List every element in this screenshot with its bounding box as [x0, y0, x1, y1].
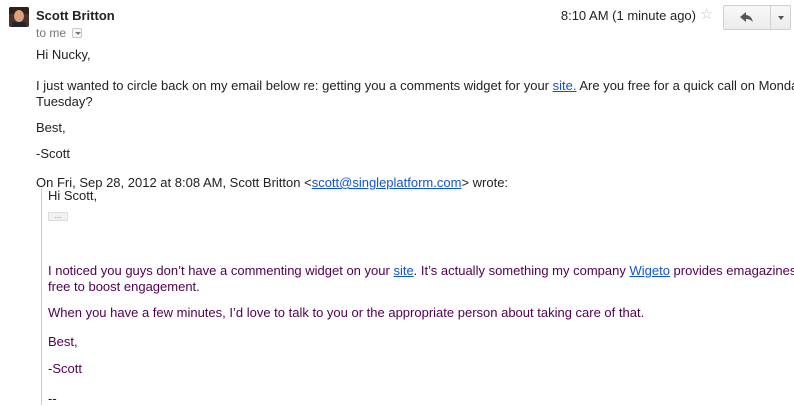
quoted-paragraph-1-line-2: free to boost engagement.	[48, 279, 200, 294]
quoted-text: . It’s actually something my company	[413, 263, 630, 278]
message-timestamp: 8:10 AM (1 minute ago)	[560, 8, 696, 23]
avatar[interactable]	[9, 7, 29, 27]
quote-bar	[41, 188, 42, 405]
wigeto-link[interactable]: Wigeto	[629, 263, 669, 278]
quoted-paragraph-2: When you have a few minutes, I’d love to…	[48, 305, 645, 320]
show-details-dropdown-icon[interactable]	[72, 28, 82, 38]
star-icon[interactable]: ☆	[700, 5, 713, 23]
show-trimmed-content-button[interactable]: ...	[48, 212, 68, 221]
quote-attribution: On Fri, Sep 28, 2012 at 8:08 AM, Scott B…	[36, 175, 508, 191]
reply-button[interactable]	[724, 6, 770, 29]
message-signature: -Scott	[36, 146, 70, 161]
message-closing: Best,	[36, 120, 66, 135]
message-text: I just wanted to circle back on my email…	[36, 78, 553, 93]
quoted-closing: Best,	[48, 334, 78, 349]
message-greeting: Hi Nucky,	[36, 47, 91, 62]
quoted-text: I noticed you guys don’t have a commenti…	[48, 263, 394, 278]
attribution-text: > wrote:	[461, 175, 509, 190]
quoted-text: provides emagazines for	[673, 263, 794, 278]
quoted-site-link[interactable]: site	[393, 263, 413, 278]
signature-separator: --	[48, 391, 57, 406]
site-link[interactable]: site.	[553, 78, 577, 93]
quoted-greeting: Hi Scott,	[48, 188, 98, 203]
recipient-summary: to me	[36, 26, 67, 40]
message-text: Are you free for a quick call on Monday …	[579, 78, 794, 93]
message-line-2: Tuesday?	[36, 94, 93, 109]
quoted-paragraph-1-line-1: I noticed you guys don’t have a commenti…	[48, 263, 794, 279]
reply-button-group	[723, 5, 791, 30]
message-line-1: I just wanted to circle back on my email…	[36, 78, 794, 94]
more-options-button[interactable]	[771, 6, 791, 29]
reply-icon	[740, 12, 753, 22]
sender-name[interactable]: Scott Britton	[36, 8, 115, 23]
sender-email-link[interactable]: scott@singleplatform.com	[312, 175, 462, 190]
quoted-signature: -Scott	[48, 361, 82, 376]
